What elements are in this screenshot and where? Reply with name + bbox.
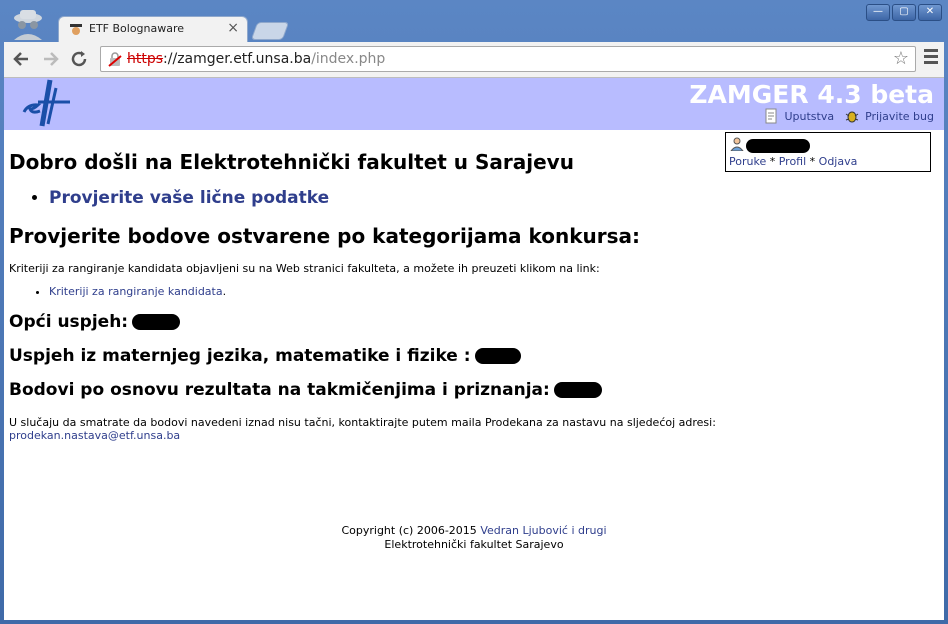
list-item: Provjerite vaše lične podatke [49,188,909,208]
redacted-value [553,382,602,398]
tab-title: ETF Bolognaware [89,22,185,35]
close-window-button[interactable]: ✕ [918,4,942,21]
personal-data-list: Provjerite vaše lične podatke [9,188,909,208]
url-path: /index.php [311,51,386,67]
bug-icon [845,111,859,123]
redacted-value [474,348,521,364]
tab-close-icon[interactable]: × [227,20,239,36]
minimize-button[interactable]: — [866,4,890,21]
page-viewport: ZAMGER 4.3 beta Uputstva Prijavite bug P… [4,78,944,620]
new-tab-button[interactable] [250,22,290,40]
header-links: Uputstva Prijavite bug [763,108,934,124]
redacted-value [132,314,181,330]
copyright-text: Copyright (c) 2006-2015 [341,524,477,537]
main-content: Dobro došli na Elektrotehnički fakultet … [9,150,909,442]
reload-icon[interactable] [68,48,90,70]
user-icon [730,137,744,151]
general-success-label: Opći uspjeh: [9,312,129,332]
graduate-favicon [70,24,82,35]
etf-logo[interactable] [20,78,74,128]
criteria-link[interactable]: Kriteriji za rangiranje kandidata [49,285,223,298]
list-item: Kriteriji za rangiranje kandidata. [49,285,909,298]
url-separator: :// [163,51,178,67]
footer: Copyright (c) 2006-2015 Vedran Ljubović … [4,524,944,552]
tab-active[interactable]: ETF Bolognaware × [58,16,248,42]
forward-arrow-icon[interactable] [40,48,62,70]
competitions-label: Bodovi po osnovu rezultata na takmičenji… [9,380,550,400]
url-host: zamger.etf.unsa.ba [177,51,312,67]
authors-link[interactable]: Vedran Ljubović i drugi [480,524,606,537]
help-link[interactable]: Uputstva [763,108,834,124]
criteria-text: Kriteriji za rangiranje kandidata objavl… [9,262,600,275]
criteria-list: Kriteriji za rangiranje kandidata. [9,285,909,298]
titlebar: ETF Bolognaware × — ▢ ✕ [0,0,948,42]
broken-lock-icon [108,52,122,67]
contact-text: U slučaju da smatrate da bodovi navedeni… [9,416,716,429]
competitions-row: Bodovi po osnovu rezultata na takmičenji… [9,380,909,400]
maximize-button[interactable]: ▢ [892,4,916,21]
incognito-icon [14,10,42,40]
url-scheme: https [127,51,164,67]
help-label: Uputstva [784,109,835,123]
browser-toolbar: https://zamger.etf.unsa.ba/index.php ☆ [4,42,944,78]
contact-email-link[interactable]: prodekan.nastava@etf.unsa.ba [9,429,180,442]
browser-window: ETF Bolognaware × — ▢ ✕ https://zamger.e… [0,0,948,624]
subjects-success-row: Uspjeh iz maternjeg jezika, matematike i… [9,346,909,366]
institution-name: Elektrotehnički fakultet Sarajevo [384,538,564,551]
address-bar[interactable]: https://zamger.etf.unsa.ba/index.php ☆ [100,46,916,72]
header-banner: ZAMGER 4.3 beta Uputstva Prijavite bug [4,78,944,130]
menu-icon[interactable] [924,49,938,67]
page-title: Dobro došli na Elektrotehnički fakultet … [9,150,574,174]
url-text: https://zamger.etf.unsa.ba/index.php [127,51,385,67]
report-bug-link[interactable]: Prijavite bug [844,108,934,124]
contact-paragraph: U slučaju da smatrate da bodovi navedeni… [9,416,909,442]
general-success-row: Opći uspjeh: [9,312,909,332]
subjects-success-label: Uspjeh iz maternjeg jezika, matematike i… [9,346,471,366]
window-controls: — ▢ ✕ [866,4,942,21]
check-personal-data-link[interactable]: Provjerite vaše lične podatke [49,188,329,208]
section-title: Provjerite bodove ostvarene po kategorij… [9,224,641,248]
copyright-line: Copyright (c) 2006-2015 Vedran Ljubović … [4,524,944,538]
document-icon [765,108,777,124]
back-arrow-icon[interactable] [10,48,32,70]
criteria-period: . [222,285,227,298]
app-title: ZAMGER 4.3 beta [689,80,934,109]
bookmark-star-icon[interactable]: ☆ [893,48,909,69]
report-bug-label: Prijavite bug [865,109,934,123]
